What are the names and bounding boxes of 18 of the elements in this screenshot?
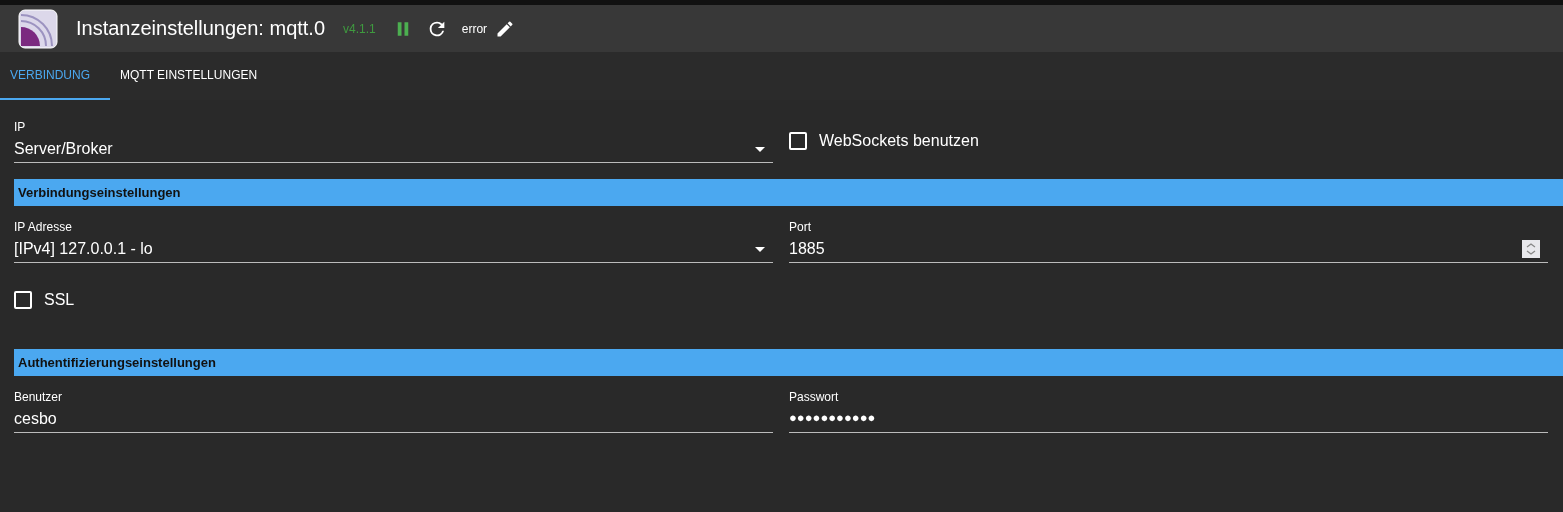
tab[interactable]: MQTT EINSTELLUNGEN <box>110 52 274 100</box>
ssl-checkbox[interactable]: SSL <box>14 291 75 309</box>
ip-address-select[interactable]: IP Adresse [IPv4] 127.0.0.1 - lo <box>14 220 773 263</box>
section-header: Verbindungseinstellungen <box>14 179 1563 206</box>
dropdown-icon <box>755 246 765 252</box>
username-field[interactable]: Benutzer cesbo <box>14 390 773 433</box>
ip-select[interactable]: IP Server/Broker <box>14 120 773 163</box>
dropdown-icon <box>755 146 765 152</box>
section-header: Authentifizierungseinstellungen <box>14 349 1563 376</box>
window-title: Instanzeinstellungen: mqtt.0 <box>76 17 326 40</box>
websockets-checkbox[interactable]: WebSockets benutzen <box>789 132 979 150</box>
status-label: error <box>461 21 488 36</box>
spinner-icon[interactable] <box>1522 240 1540 258</box>
version-label: v4.1.1 <box>343 21 376 36</box>
password-field[interactable]: Passwort ●●●●●●●●●●● <box>789 390 1548 433</box>
tab[interactable]: VERBINDUNG <box>0 52 110 100</box>
port-field[interactable]: Port 1885 <box>789 220 1548 263</box>
logo-icon <box>18 8 58 49</box>
